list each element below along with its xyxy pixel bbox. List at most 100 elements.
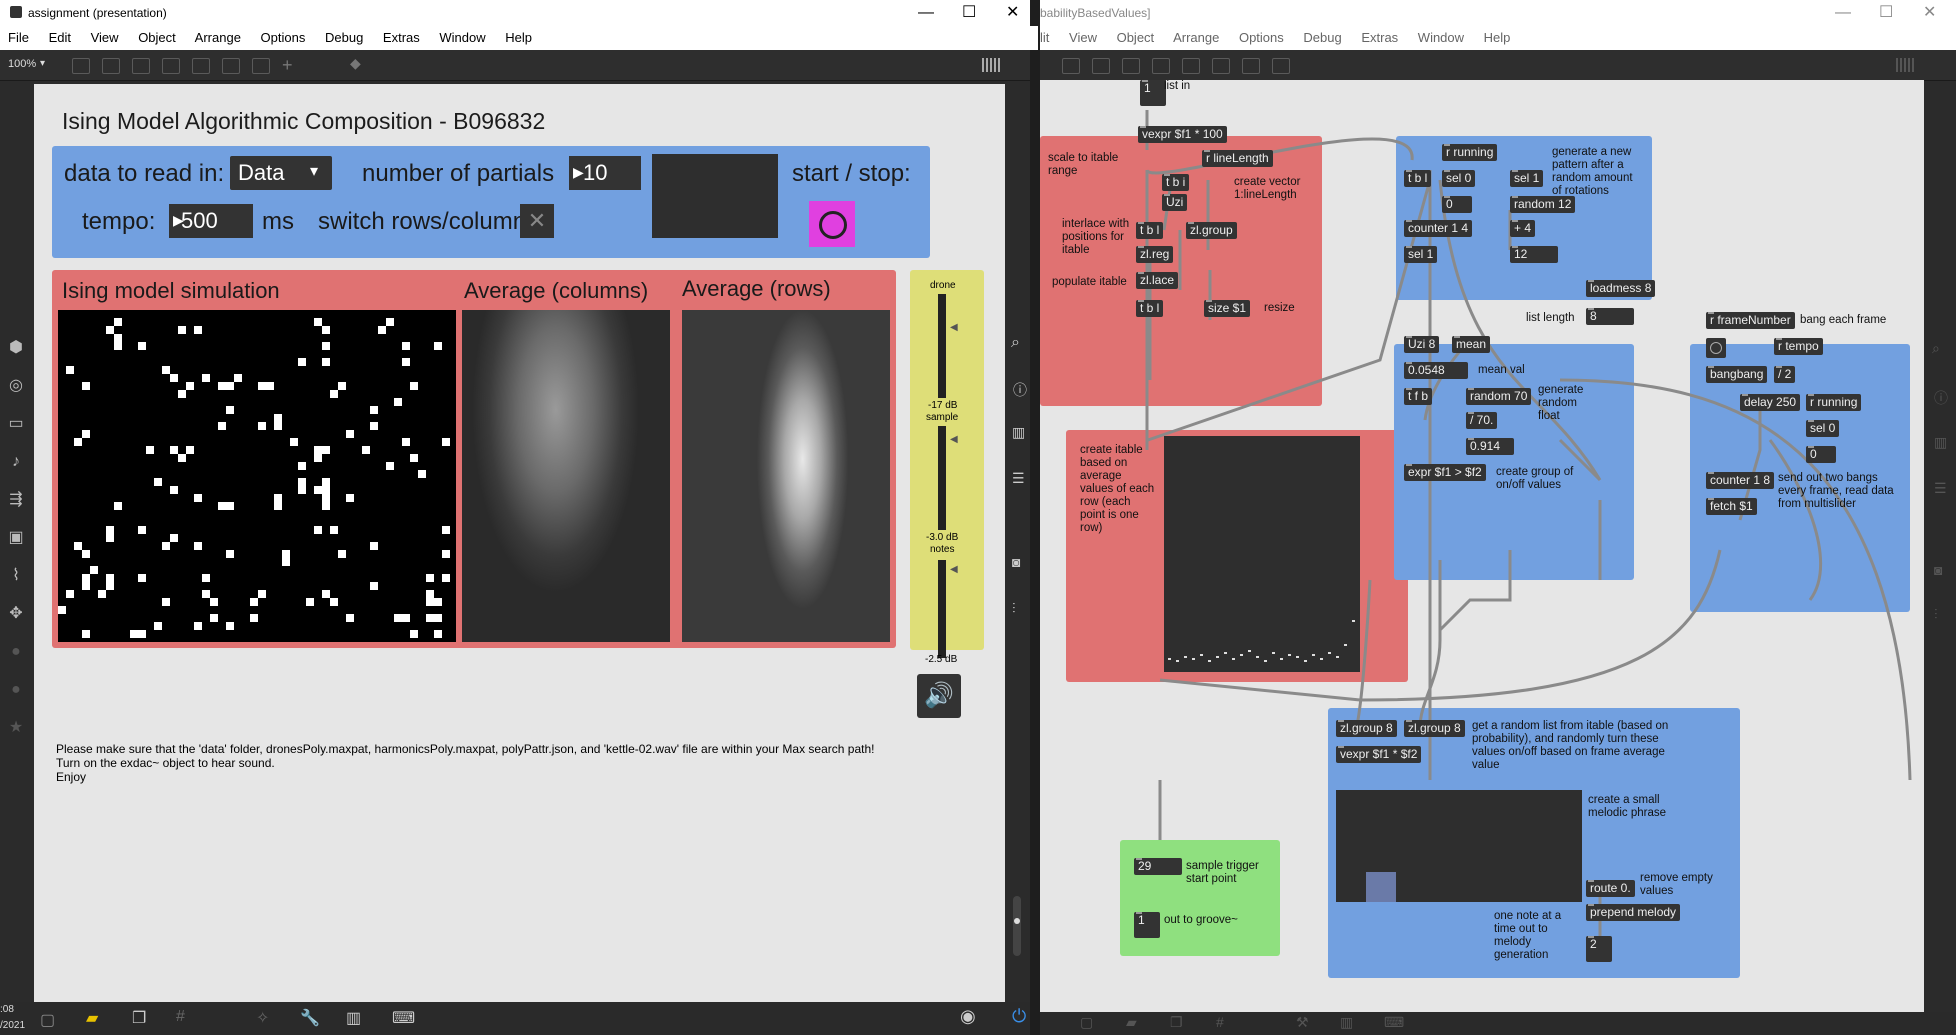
drone-gain-slider[interactable]: [938, 294, 946, 398]
target-icon[interactable]: ◎: [6, 376, 26, 396]
counter-1-8[interactable]: counter 1 8: [1706, 472, 1775, 489]
vertical-scrollbar[interactable]: [1013, 896, 1021, 956]
div-2[interactable]: / 2: [1774, 366, 1796, 383]
zl-group[interactable]: zl.group: [1186, 222, 1237, 239]
comment-icon[interactable]: ▰: [1126, 1014, 1137, 1031]
toolbar-icon[interactable]: [1152, 58, 1170, 74]
t-b-l-1[interactable]: t b l: [1136, 222, 1164, 239]
partials-display[interactable]: [652, 154, 778, 238]
switch-toggle[interactable]: ✕: [520, 204, 554, 238]
paperclip-icon[interactable]: ⌇: [6, 566, 26, 586]
uzi[interactable]: Uzi: [1162, 194, 1188, 211]
sliders-icon[interactable]: ⫶: [1012, 600, 1016, 617]
plus-4[interactable]: + 4: [1510, 220, 1536, 237]
bang-button[interactable]: [1706, 338, 1726, 358]
music-note-icon[interactable]: ♪: [6, 452, 26, 472]
ising-simulation-matrix[interactable]: [58, 310, 456, 642]
size-message[interactable]: size $1: [1204, 300, 1251, 317]
right-titlebar[interactable]: babilityBasedValues] — ☐ ✕: [1040, 0, 1956, 26]
t-b-l-3[interactable]: t b l: [1404, 170, 1432, 187]
toolbar-icon[interactable]: [1242, 58, 1260, 74]
grid-icon[interactable]: [1896, 58, 1916, 72]
menu-window[interactable]: Window: [1418, 30, 1464, 45]
image-icon[interactable]: ▣: [6, 528, 26, 548]
delay-250[interactable]: delay 250: [1740, 394, 1801, 411]
menu-arrange[interactable]: Arrange: [195, 30, 241, 45]
t-b-i[interactable]: t b i: [1162, 174, 1190, 191]
menu-edit[interactable]: Edit: [49, 30, 71, 45]
maximize-icon[interactable]: ☐: [962, 0, 976, 26]
vexpr-multiply[interactable]: vexpr $f1 * $f2: [1336, 746, 1422, 763]
r-running-2[interactable]: r running: [1806, 394, 1862, 411]
speaker-icon[interactable]: 🔊: [917, 674, 961, 718]
grid-icon[interactable]: [982, 58, 1002, 72]
r-linelength[interactable]: r lineLength: [1202, 150, 1273, 167]
zl-group-8-a[interactable]: zl.group 8: [1336, 720, 1397, 737]
toolbar-icon[interactable]: [192, 58, 210, 74]
average-rows-display[interactable]: [682, 310, 890, 642]
menu-options[interactable]: Options: [1239, 30, 1284, 45]
div-70[interactable]: / 70.: [1466, 412, 1498, 429]
sel-1-b[interactable]: sel 1: [1404, 246, 1438, 263]
camera-icon[interactable]: ◙: [1934, 562, 1942, 578]
wrench-icon[interactable]: ⚒: [1296, 1014, 1309, 1031]
toolbar-icon[interactable]: [1212, 58, 1230, 74]
search-icon[interactable]: ⌕: [1011, 334, 1020, 352]
grid-icon[interactable]: #: [176, 1008, 185, 1026]
sample-gain-slider[interactable]: [938, 426, 946, 530]
search-icon[interactable]: ⌕: [1932, 340, 1940, 357]
number-12[interactable]: 12: [1510, 246, 1558, 263]
piano-icon[interactable]: ▥: [346, 1008, 361, 1028]
loadmess-8[interactable]: loadmess 8: [1586, 280, 1656, 297]
t-b-l-2[interactable]: t b l: [1136, 300, 1164, 317]
wand-icon[interactable]: ✧: [256, 1008, 269, 1028]
sample-trigger-number[interactable]: 29: [1134, 858, 1182, 875]
keyboard-icon[interactable]: ⌨: [1384, 1014, 1404, 1031]
close-icon[interactable]: ✕: [1006, 0, 1019, 26]
patch-icon[interactable]: ⇶: [6, 490, 26, 510]
zoom-level[interactable]: 100%: [8, 58, 36, 70]
mean-value[interactable]: 0.0548: [1404, 362, 1468, 379]
toolbar-icon[interactable]: [162, 58, 180, 74]
toolbar-icon[interactable]: [1092, 58, 1110, 74]
toolbar-icon[interactable]: [1182, 58, 1200, 74]
uzi-8[interactable]: Uzi 8: [1404, 336, 1440, 353]
toolbar-icon[interactable]: [252, 58, 270, 74]
puzzle-icon[interactable]: ✥: [6, 604, 26, 624]
zero-2[interactable]: 0: [1806, 446, 1836, 463]
route-0[interactable]: route 0.: [1586, 880, 1635, 897]
menu-file[interactable]: File: [8, 30, 29, 45]
menu-debug[interactable]: Debug: [325, 30, 363, 45]
book-icon[interactable]: ▥: [1012, 424, 1025, 441]
menu-object[interactable]: Object: [138, 30, 176, 45]
wrench-icon[interactable]: 🔧: [300, 1008, 320, 1028]
toolbar-icon[interactable]: [222, 58, 240, 74]
r-tempo[interactable]: r tempo: [1774, 338, 1823, 355]
menu-extras[interactable]: Extras: [383, 30, 420, 45]
expr-compare[interactable]: expr $f1 > $f2: [1404, 464, 1486, 481]
zl-lace[interactable]: zl.lace: [1136, 272, 1179, 289]
bangbang[interactable]: bangbang: [1706, 366, 1768, 383]
random-12[interactable]: random 12: [1510, 196, 1576, 213]
lock-icon[interactable]: ▢: [40, 1010, 55, 1030]
windows-icon[interactable]: ❐: [132, 1008, 146, 1028]
left-titlebar[interactable]: assignment (presentation) — ☐ ✕: [0, 0, 1030, 26]
melody-outlet[interactable]: 2: [1586, 936, 1612, 962]
minimize-icon[interactable]: —: [1835, 0, 1851, 26]
panel-icon[interactable]: ▭: [6, 414, 26, 434]
power-icon[interactable]: ⏻: [1012, 1006, 1026, 1027]
package-icon[interactable]: ⬢: [6, 338, 26, 358]
playback-icon[interactable]: ◉: [960, 1006, 976, 1027]
menu-view[interactable]: View: [91, 30, 119, 45]
groove-outlet[interactable]: 1: [1134, 912, 1160, 938]
menu-window[interactable]: Window: [439, 30, 485, 45]
toolbar-icon[interactable]: [1272, 58, 1290, 74]
zl-group-8-b[interactable]: zl.group 8: [1404, 720, 1465, 737]
camera-icon[interactable]: ◙: [1012, 554, 1020, 570]
r-framenumber[interactable]: r frameNumber: [1706, 312, 1795, 329]
list-icon[interactable]: ☰: [1012, 470, 1025, 487]
toolbar-icon[interactable]: [1062, 58, 1080, 74]
lock-icon[interactable]: ▢: [1080, 1014, 1093, 1031]
menu-arrange[interactable]: Arrange: [1173, 30, 1219, 45]
toolbar-icon[interactable]: [1122, 58, 1140, 74]
